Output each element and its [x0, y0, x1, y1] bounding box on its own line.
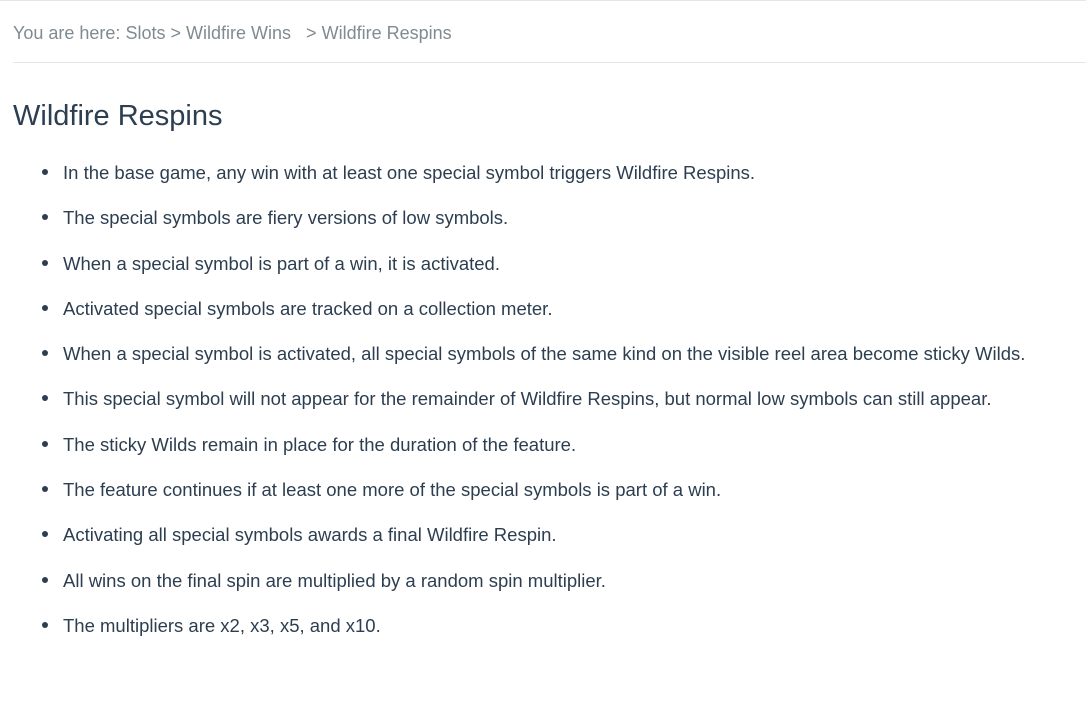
- bullet-icon: [42, 395, 48, 402]
- bullet-icon: [42, 214, 48, 221]
- rule-text: The sticky Wilds remain in place for the…: [63, 433, 577, 455]
- breadcrumb-item-wildfire-wins[interactable]: Wildfire Wins: [186, 23, 291, 43]
- bullet-icon: [42, 169, 48, 175]
- bullet-icon: [42, 350, 48, 357]
- rule-text: When a special symbol is part of a win, …: [63, 252, 500, 274]
- rule-text: The feature continues if at least one mo…: [63, 479, 722, 501]
- bullet-icon: [42, 531, 48, 538]
- breadcrumb-divider: [13, 62, 1086, 63]
- rule-text: Activated special symbols are tracked on…: [63, 297, 553, 319]
- breadcrumb-item-slots[interactable]: Slots: [125, 23, 165, 43]
- breadcrumb-prefix: You are here:: [13, 23, 121, 43]
- bullet-icon: [42, 304, 48, 311]
- rule-text: All wins on the final spin are multiplie…: [63, 569, 606, 591]
- rule-text: The special symbols are fiery versions o…: [63, 207, 509, 229]
- breadcrumb-separator: >: [306, 23, 317, 43]
- bullet-icon: [42, 440, 48, 447]
- breadcrumb-item-wildfire-respins: Wildfire Respins: [321, 23, 452, 43]
- bullet-icon: [42, 621, 48, 628]
- rule-text: Activating all special symbols awards a …: [63, 524, 557, 546]
- rule-text: This special symbol will not appear for …: [63, 388, 992, 410]
- rule-text: The multipliers are x2, x3, x5, and x10.: [63, 614, 381, 636]
- bullet-icon: [42, 259, 48, 266]
- rule-text: When a special symbol is activated, all …: [63, 343, 1026, 365]
- bullet-icon: [42, 486, 48, 493]
- page-title: Wildfire Respins: [13, 100, 223, 132]
- rule-text: In the base game, any win with at least …: [63, 162, 756, 183]
- top-border: [0, 0, 1086, 1]
- bullet-icon: [42, 576, 48, 583]
- breadcrumb-separator: >: [170, 23, 181, 43]
- breadcrumb: You are here: Slots > Wildfire Wins > Wi…: [13, 21, 452, 45]
